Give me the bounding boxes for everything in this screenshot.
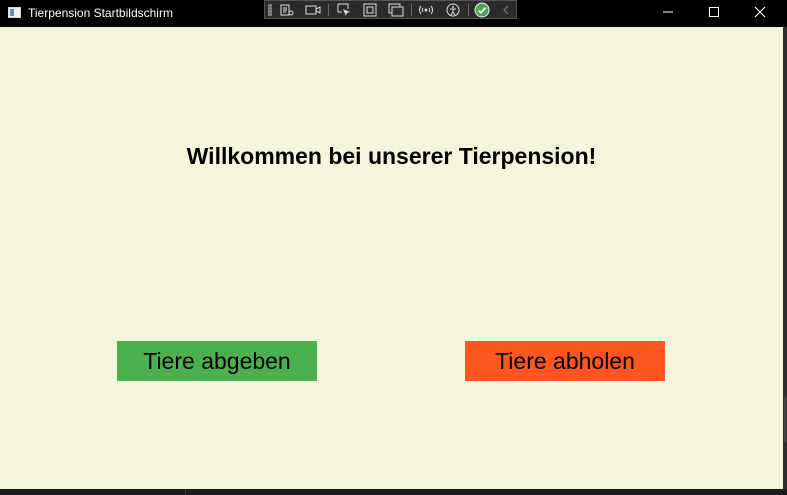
close-icon	[754, 6, 766, 18]
checkmark-icon[interactable]	[474, 2, 490, 18]
accessibility-icon[interactable]	[445, 3, 461, 17]
layout-adorners-icon[interactable]	[362, 3, 378, 17]
drop-off-pets-button[interactable]: Tiere abgeben	[117, 341, 317, 381]
toolbar-separator	[468, 4, 469, 16]
close-button[interactable]	[737, 0, 783, 24]
collapse-chevron-icon[interactable]	[498, 3, 514, 17]
title-bar[interactable]: Tierpension Startbildschirm	[0, 0, 787, 27]
select-element-icon[interactable]	[336, 3, 352, 17]
main-content: Willkommen bei unserer Tierpension! Tier…	[0, 27, 783, 489]
background-edge	[783, 27, 787, 495]
toolbar-separator	[328, 4, 329, 16]
track-focus-icon[interactable]	[388, 3, 404, 17]
maximize-button[interactable]	[691, 0, 737, 24]
toolbar-separator	[411, 4, 412, 16]
hot-reload-icon[interactable]	[418, 3, 434, 17]
pick-up-pets-button[interactable]: Tiere abholen	[465, 341, 665, 381]
background-edge-bottom	[0, 489, 787, 495]
record-icon[interactable]	[305, 3, 321, 17]
debug-toolbar	[264, 0, 517, 19]
toolbar-grip-icon[interactable]	[268, 4, 272, 16]
welcome-heading: Willkommen bei unserer Tierpension!	[186, 143, 597, 169]
app-icon	[8, 7, 21, 18]
live-tree-icon[interactable]	[279, 3, 295, 17]
window-title: Tierpension Startbildschirm	[28, 6, 173, 20]
minimize-button[interactable]	[645, 0, 691, 24]
minimize-icon	[663, 11, 673, 13]
maximize-icon	[709, 7, 719, 17]
app-window: Tierpension Startbildschirm Willkommen b…	[0, 0, 787, 495]
